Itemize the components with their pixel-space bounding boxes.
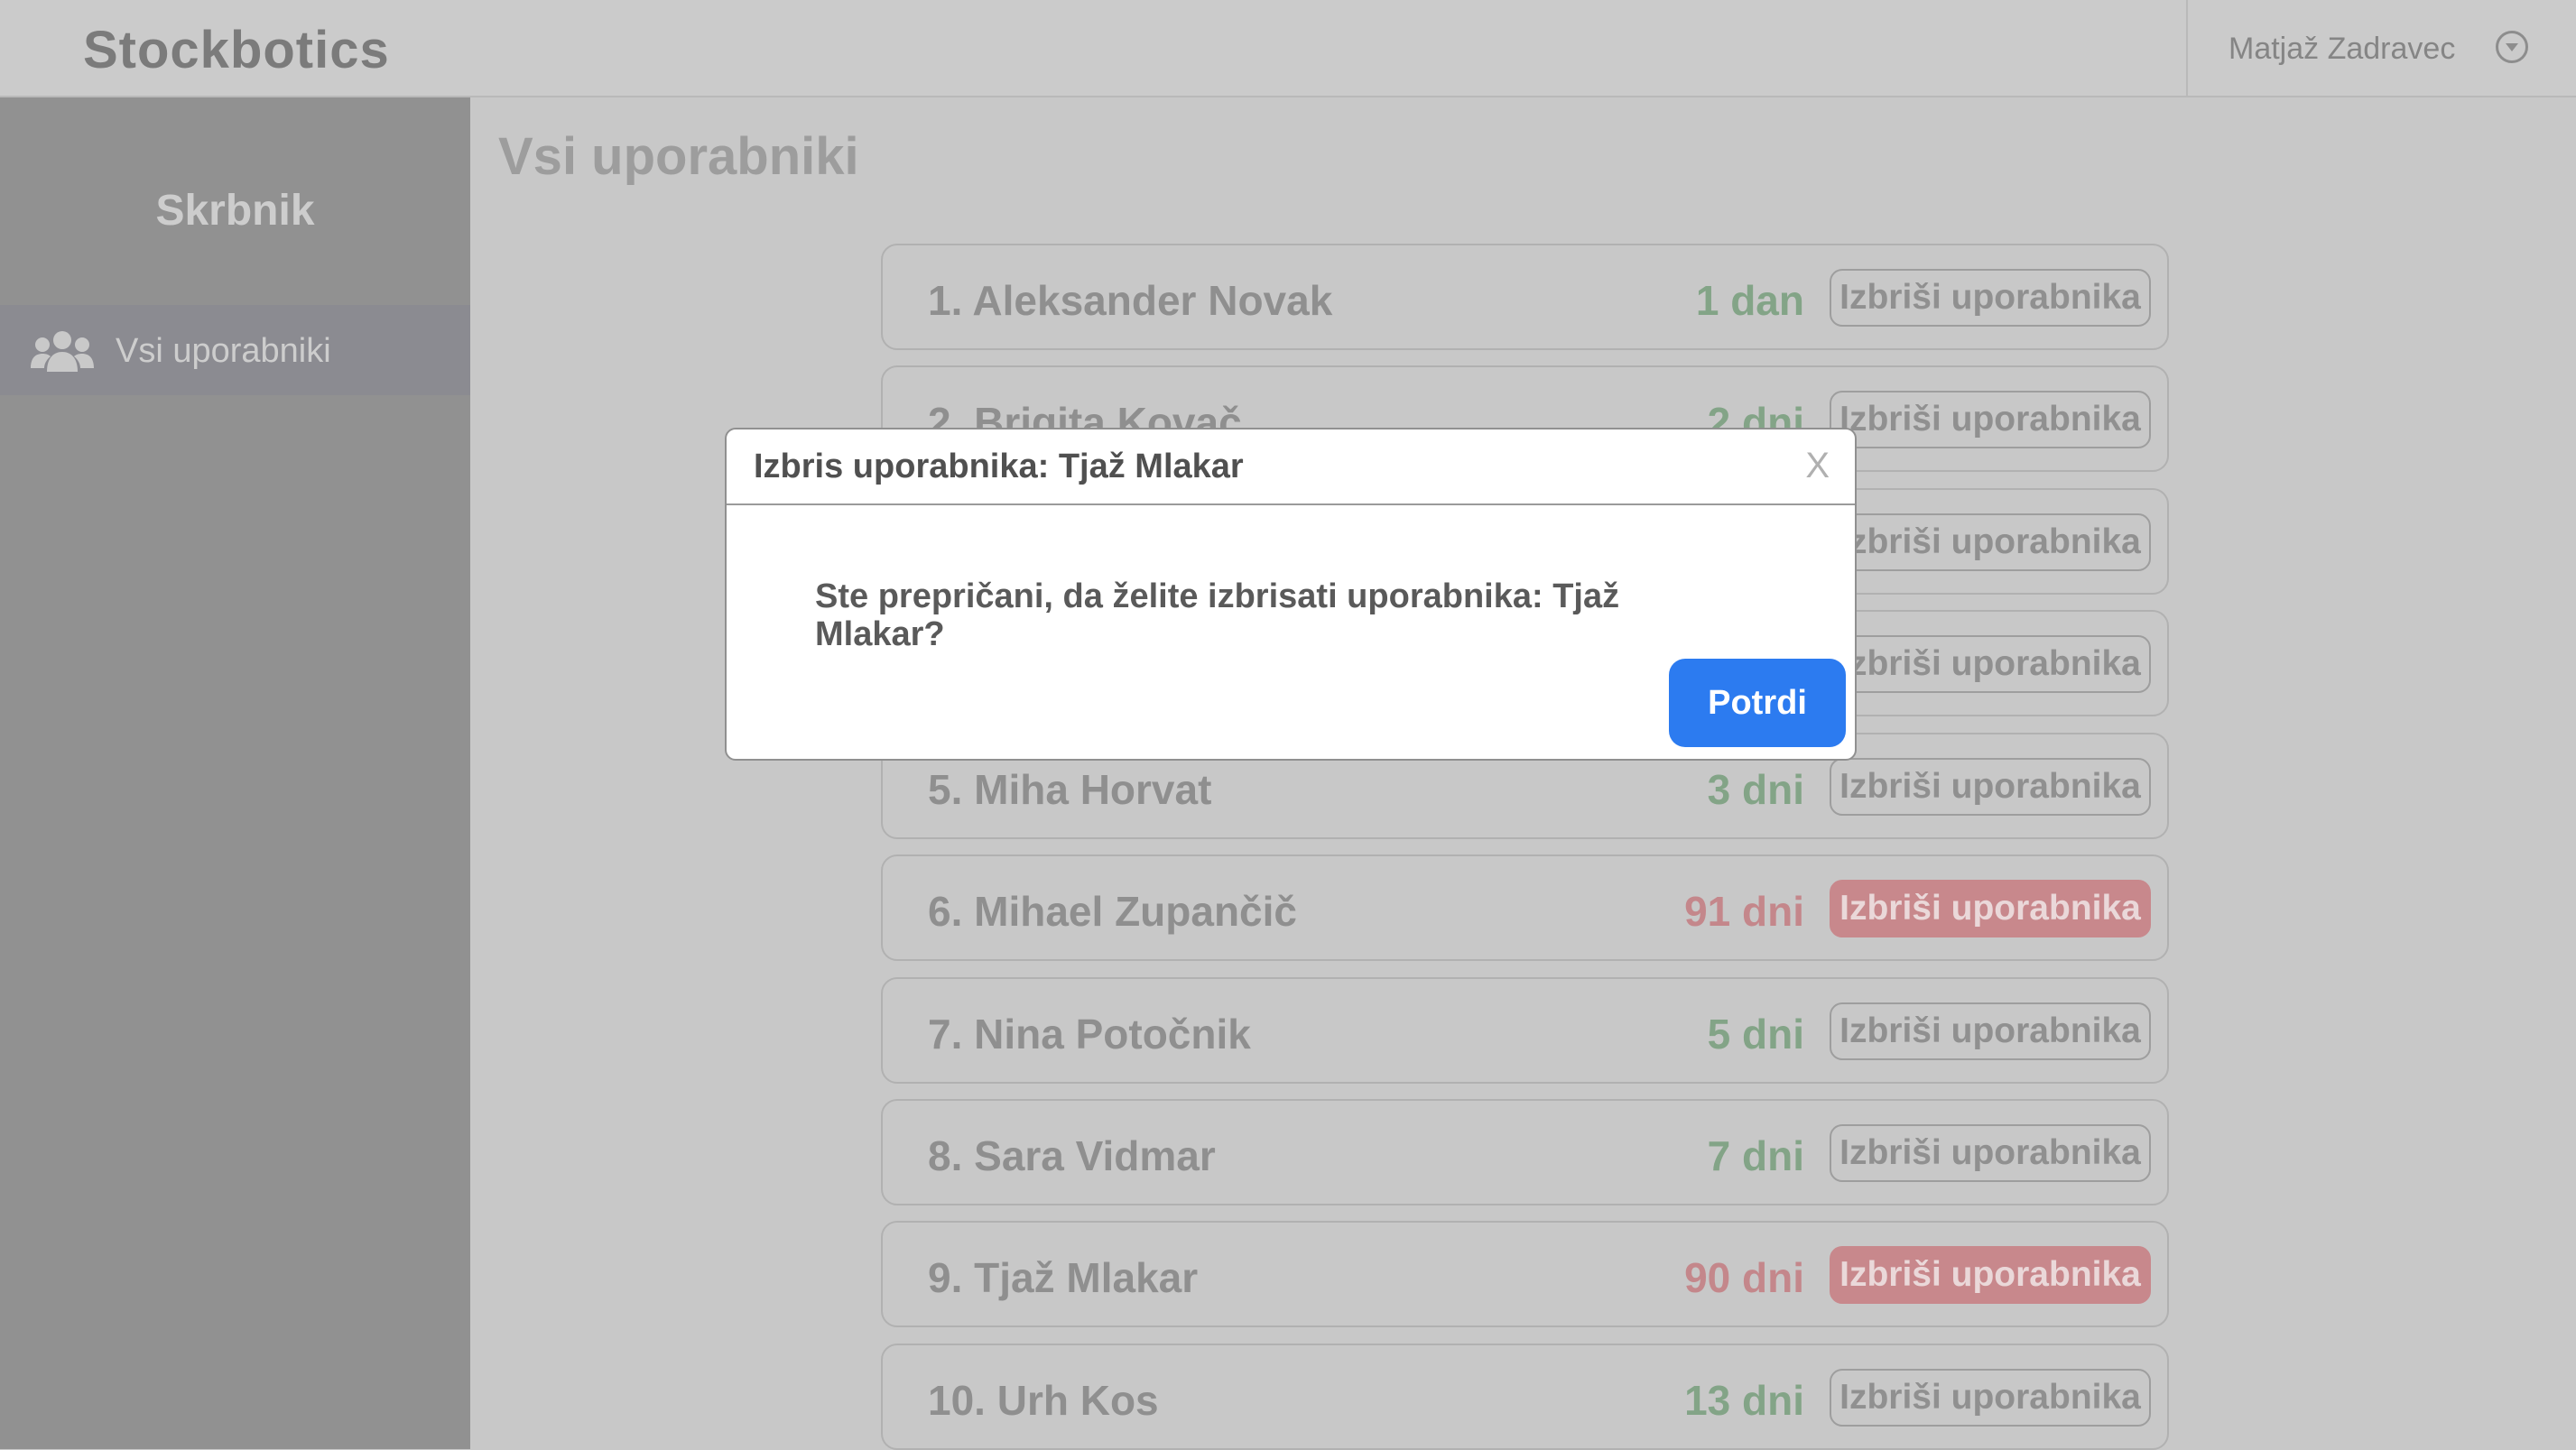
delete-user-button[interactable]: Izbriši uporabnika — [1830, 1002, 2151, 1060]
user-row: 10. Urh Kos 13 dni Izbriši uporabnika — [881, 1344, 2169, 1450]
delete-user-button[interactable]: Izbriši uporabnika — [1830, 513, 2151, 571]
user-menu[interactable]: Matjaž Zadravec — [2186, 0, 2576, 97]
delete-user-dialog: Izbris uporabnika: Tjaž Mlakar X Ste pre… — [725, 428, 1857, 761]
user-row: 7. Nina Potočnik 5 dni Izbriši uporabnik… — [881, 977, 2169, 1084]
delete-user-button[interactable]: Izbriši uporabnika — [1830, 880, 2151, 937]
sidebar-item-all-users[interactable]: Vsi uporabniki — [0, 305, 470, 395]
sidebar: Skrbnik Vsi uporabniki — [0, 97, 470, 1449]
user-row-name: 8. Sara Vidmar — [928, 1132, 1216, 1179]
user-row-days: 3 dni — [1707, 766, 1804, 813]
user-row-days: 1 dan — [1695, 277, 1804, 324]
users-icon — [31, 331, 94, 372]
user-row: 8. Sara Vidmar 7 dni Izbriši uporabnika — [881, 1099, 2169, 1205]
user-row-name: 1. Aleksander Novak — [928, 277, 1333, 324]
user-row: 6. Mihael Zupančič 91 dni Izbriši uporab… — [881, 854, 2169, 961]
user-row: 9. Tjaž Mlakar 90 dni Izbriši uporabnika — [881, 1221, 2169, 1327]
user-row-name: 10. Urh Kos — [928, 1377, 1159, 1424]
user-row-name: 6. Mihael Zupančič — [928, 888, 1297, 935]
sidebar-item-label: Vsi uporabniki — [116, 332, 331, 370]
user-row-days: 90 dni — [1684, 1254, 1804, 1301]
user-row-days: 13 dni — [1684, 1377, 1804, 1424]
user-row-days: 5 dni — [1707, 1011, 1804, 1057]
delete-user-button[interactable]: Izbriši uporabnika — [1830, 1369, 2151, 1427]
delete-user-button[interactable]: Izbriši uporabnika — [1830, 758, 2151, 816]
delete-user-button[interactable]: Izbriši uporabnika — [1830, 1246, 2151, 1304]
page-title: Vsi uporabniki — [498, 127, 859, 186]
sidebar-title: Skrbnik — [155, 187, 315, 235]
confirm-button[interactable]: Potrdi — [1669, 659, 1846, 747]
user-row-days: 91 dni — [1684, 888, 1804, 935]
user-row-name: 7. Nina Potočnik — [928, 1011, 1251, 1057]
delete-user-button[interactable]: Izbriši uporabnika — [1830, 391, 2151, 448]
dialog-message: Ste prepričani, da želite izbrisati upor… — [815, 577, 1620, 653]
delete-user-button[interactable]: Izbriši uporabnika — [1830, 635, 2151, 693]
delete-user-button[interactable]: Izbriši uporabnika — [1830, 1124, 2151, 1182]
user-row-name: 5. Miha Horvat — [928, 766, 1212, 813]
user-row-days: 7 dni — [1707, 1132, 1804, 1179]
delete-user-button[interactable]: Izbriši uporabnika — [1830, 269, 2151, 327]
chevron-down-icon[interactable] — [2496, 31, 2528, 63]
app-logo[interactable]: Stockbotics — [83, 20, 390, 80]
dialog-title: Izbris uporabnika: Tjaž Mlakar — [754, 448, 1244, 485]
close-icon[interactable]: X — [1805, 446, 1830, 486]
user-row-name: 9. Tjaž Mlakar — [928, 1254, 1199, 1301]
top-bar: Stockbotics Matjaž Zadravec — [0, 0, 2576, 97]
dialog-header: Izbris uporabnika: Tjaž Mlakar X — [727, 429, 1855, 505]
user-name[interactable]: Matjaž Zadravec — [2229, 32, 2455, 67]
user-row: 1. Aleksander Novak 1 dan Izbriši uporab… — [881, 244, 2169, 350]
